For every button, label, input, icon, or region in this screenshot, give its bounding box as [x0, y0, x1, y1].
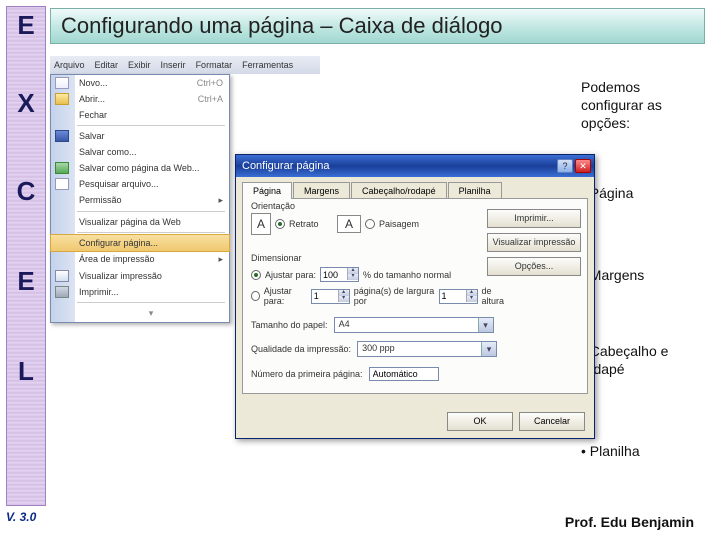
paper-size-select[interactable]: A4: [334, 317, 494, 333]
adjust-suffix: % do tamanho normal: [363, 270, 451, 280]
dialog-tabs: Página Margens Cabeçalho/rodapé Planilha: [242, 181, 588, 198]
dd-permissao[interactable]: Permissão▸: [51, 192, 229, 209]
side-bullet-pagina: • Página: [581, 184, 696, 202]
cancel-button[interactable]: Cancelar: [519, 412, 585, 431]
first-page-input[interactable]: [369, 367, 439, 381]
dd-configurar-pagina[interactable]: Configurar página...: [51, 235, 229, 251]
radio-fit[interactable]: [251, 291, 260, 301]
excel-screenshot: Arquivo Editar Exibir Inserir Formatar F…: [50, 56, 550, 406]
page-setup-dialog: Configurar página ? ✕ Página Margens Cab…: [235, 154, 595, 439]
version-label: V. 3.0: [6, 510, 36, 524]
fit-to-row: Ajustar para: ▴▾ página(s) de largura po…: [251, 286, 511, 306]
dd-salvarcomo[interactable]: Salvar como...: [51, 144, 229, 160]
side-intro: Podemos configurar as opções:: [581, 78, 696, 133]
print-preview-button[interactable]: Visualizar impressão: [487, 233, 581, 252]
landscape-icon: A: [337, 215, 361, 233]
print-preview-icon: [55, 270, 69, 282]
print-quality-select[interactable]: 300 ppp: [357, 341, 497, 357]
orientation-portrait[interactable]: A Retrato: [251, 213, 319, 235]
search-file-icon: [55, 178, 69, 190]
fit-height-spinner[interactable]: ▴▾: [439, 289, 478, 304]
dialog-titlebar: Configurar página ? ✕: [236, 155, 594, 177]
scale-label: Dimensionar: [251, 253, 302, 263]
menu-exibir[interactable]: Exibir: [128, 60, 151, 70]
menu-inserir[interactable]: Inserir: [161, 60, 186, 70]
dialog-close-button[interactable]: ✕: [575, 159, 591, 173]
slide-title: Configurando uma página – Caixa de diálo…: [50, 8, 705, 44]
dd-salvar[interactable]: Salvar: [51, 128, 229, 144]
tab-planilha[interactable]: Planilha: [448, 182, 502, 199]
dd-fechar[interactable]: Fechar: [51, 107, 229, 123]
tab-pagina[interactable]: Página: [242, 182, 292, 199]
portrait-icon: A: [251, 213, 271, 235]
side-bullet-planilha: • Planilha: [581, 442, 696, 460]
tab-cabecalho[interactable]: Cabeçalho/rodapé: [351, 182, 447, 199]
letter-e2: E: [10, 266, 42, 297]
file-dropdown: Novo...Ctrl+O Abrir...Ctrl+A Fechar Salv…: [50, 74, 230, 323]
save-web-icon: [55, 162, 69, 174]
first-page-label: Número da primeira página:: [251, 369, 363, 379]
scale-percent-spinner[interactable]: ▴▾: [320, 267, 359, 282]
folder-open-icon: [55, 93, 69, 105]
portrait-label: Retrato: [289, 219, 319, 229]
options-button[interactable]: Opções...: [487, 257, 581, 276]
new-doc-icon: [55, 77, 69, 89]
dd-visualizarweb[interactable]: Visualizar página da Web: [51, 214, 229, 230]
paper-size-label: Tamanho do papel:: [251, 320, 328, 330]
radio-portrait[interactable]: [275, 219, 285, 229]
tab-margens[interactable]: Margens: [293, 182, 350, 199]
tab-pagina-body: Orientação A Retrato A Paisagem Dimensio…: [242, 198, 588, 394]
fit-width-spinner[interactable]: ▴▾: [311, 289, 350, 304]
letter-x: X: [10, 88, 42, 119]
radio-adjust[interactable]: [251, 270, 261, 280]
print-button[interactable]: Imprimir...: [487, 209, 581, 228]
landscape-label: Paisagem: [379, 219, 419, 229]
dd-novo[interactable]: Novo...Ctrl+O: [51, 75, 229, 91]
author-label: Prof. Edu Benjamin: [565, 514, 694, 530]
dialog-title-text: Configurar página: [242, 160, 329, 172]
orientation-landscape[interactable]: A Paisagem: [337, 215, 419, 233]
fit-height-input[interactable]: [440, 291, 466, 301]
print-quality-label: Qualidade da impressão:: [251, 344, 351, 354]
dd-salvarweb[interactable]: Salvar como página da Web...: [51, 160, 229, 176]
dd-abrir[interactable]: Abrir...Ctrl+A: [51, 91, 229, 107]
scale-adjust-row: Ajustar para: ▴▾ % do tamanho normal: [251, 267, 511, 282]
menu-editar[interactable]: Editar: [95, 60, 119, 70]
side-bullet-margens: • Margens: [581, 266, 696, 284]
letter-c: C: [10, 176, 42, 207]
scale-percent-input[interactable]: [321, 270, 347, 280]
radio-landscape[interactable]: [365, 219, 375, 229]
fit-label: Ajustar para:: [264, 286, 307, 306]
fit-height-suffix: de altura: [482, 286, 511, 306]
excel-menubar: Arquivo Editar Exibir Inserir Formatar F…: [50, 56, 320, 74]
save-icon: [55, 130, 69, 142]
letter-l: L: [10, 356, 42, 387]
letter-e: E: [10, 10, 42, 41]
fit-width-suffix: página(s) de largura por: [354, 286, 435, 306]
adjust-label: Ajustar para:: [265, 270, 316, 280]
dd-expand[interactable]: ▾: [51, 305, 229, 322]
menu-arquivo[interactable]: Arquivo: [54, 60, 85, 70]
dd-areaimpressao[interactable]: Área de impressão▸: [51, 251, 229, 268]
side-bullet-cabecalho: • Cabeçalho e rodapé: [581, 342, 696, 378]
menu-formatar[interactable]: Formatar: [196, 60, 233, 70]
orientation-label: Orientação: [251, 201, 295, 211]
dd-visualizarimpressao[interactable]: Visualizar impressão: [51, 268, 229, 284]
dialog-help-button[interactable]: ?: [557, 159, 573, 173]
ok-button[interactable]: OK: [447, 412, 513, 431]
menu-ferramentas[interactable]: Ferramentas: [242, 60, 293, 70]
side-purple-bar: [6, 6, 46, 506]
dd-imprimir[interactable]: Imprimir...: [51, 284, 229, 300]
fit-width-input[interactable]: [312, 291, 338, 301]
printer-icon: [55, 286, 69, 298]
dd-pesquisar[interactable]: Pesquisar arquivo...: [51, 176, 229, 192]
